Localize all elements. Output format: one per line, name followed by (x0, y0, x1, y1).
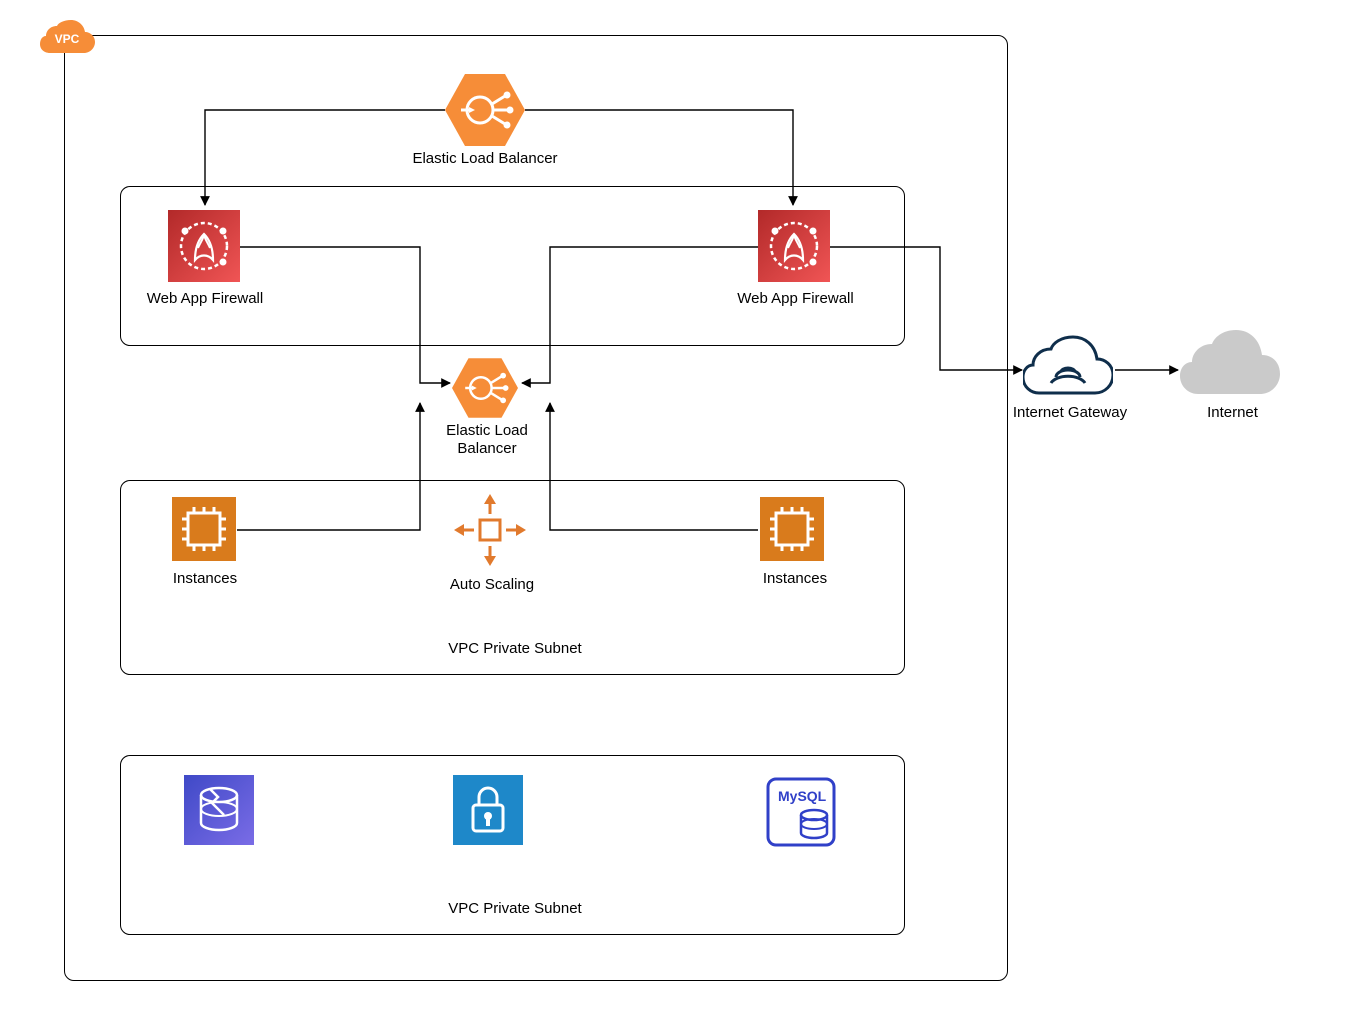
connectors (0, 0, 1351, 1011)
diagram-canvas: VPC VPC Private Subnet VPC Private Subne… (0, 0, 1351, 1011)
